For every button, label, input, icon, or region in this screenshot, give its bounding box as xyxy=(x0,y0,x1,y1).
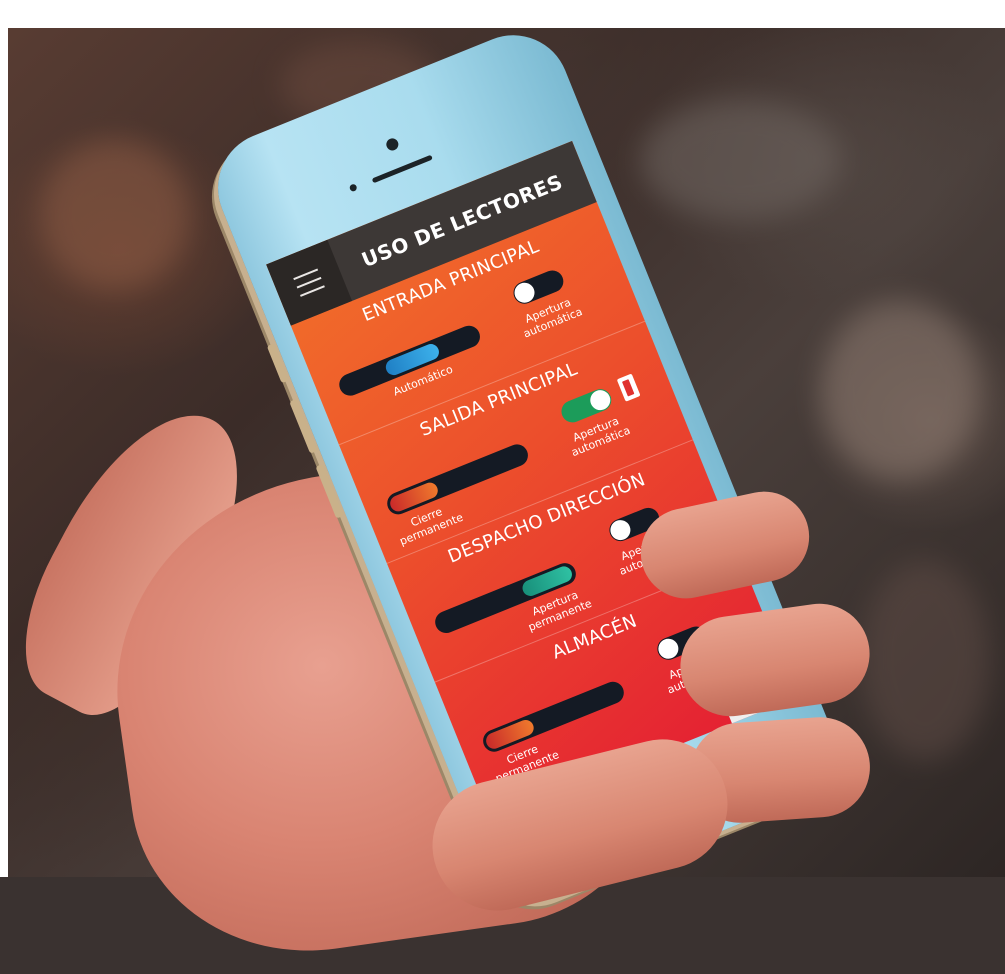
top-white-margin xyxy=(0,0,1005,28)
toggle-knob xyxy=(587,387,614,414)
toggle-knob xyxy=(655,635,682,662)
bokeh-light xyxy=(820,300,980,480)
bokeh-light xyxy=(860,560,990,760)
door-open-icon xyxy=(616,373,641,402)
bokeh-light xyxy=(640,100,840,220)
bokeh-light xyxy=(40,140,190,290)
toggle-knob xyxy=(511,279,538,306)
toggle-knob xyxy=(607,517,634,544)
left-white-margin xyxy=(0,0,8,877)
